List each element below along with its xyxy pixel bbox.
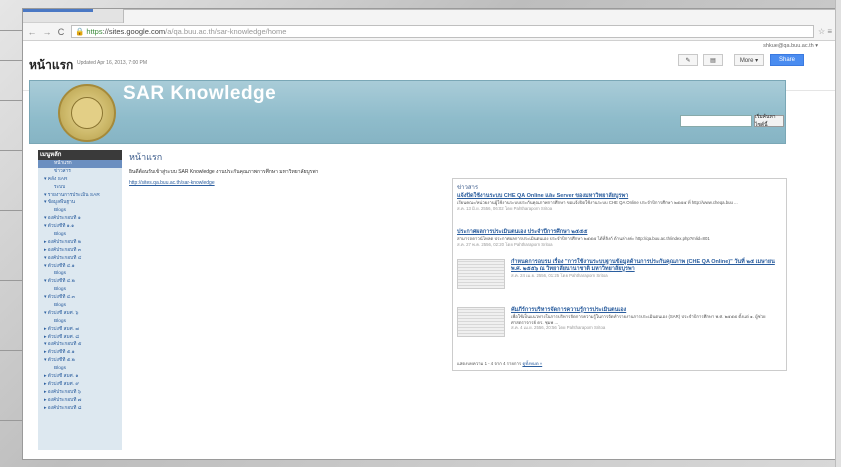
sidebar-item[interactable]: ▾ ตัวบ่งชี้ที่ ๔.๑ bbox=[38, 263, 122, 271]
share-label: Share bbox=[778, 57, 795, 63]
share-button[interactable]: Share bbox=[770, 54, 804, 66]
site-search-button[interactable]: เริ่มค้นหาไซต์นี้ bbox=[754, 114, 784, 128]
page-updated: Updated Apr 16, 2013, 7:00 PM bbox=[77, 60, 148, 66]
sidebar-item[interactable]: ▾ องค์ประกอบที่ ๔ bbox=[38, 255, 122, 263]
new-page-button[interactable]: ▤ bbox=[703, 54, 723, 66]
welcome-text: ยินดีต้อนรับเข้าสู่ระบบ SAR Knowledge งา… bbox=[129, 169, 319, 175]
browser-tab[interactable] bbox=[123, 9, 836, 23]
sidebar-item[interactable]: Blogs bbox=[38, 286, 122, 294]
news-title[interactable]: คัมภีร์การบริหารจัดการความรู้การประเมินต… bbox=[511, 307, 783, 314]
sidebar-item[interactable]: Blogs bbox=[38, 270, 122, 278]
url-scheme: https bbox=[86, 27, 103, 36]
news-thumbnail[interactable] bbox=[457, 307, 505, 337]
news-item: ประกาศผลการประเมินตนเอง ประจำปีการศึกษา … bbox=[457, 229, 783, 247]
sidebar-item[interactable]: Blogs bbox=[38, 302, 122, 310]
user-account[interactable]: shkue@qa.buu.ac.th ▾ bbox=[763, 43, 818, 49]
news-meta: ส.ค. 4 เม.ย. 2556, 20:56 โดย Pahtharapor… bbox=[511, 325, 606, 330]
forward-icon[interactable]: → bbox=[41, 27, 53, 37]
divider bbox=[0, 210, 22, 211]
new-page-icon: ▤ bbox=[710, 57, 716, 64]
reload-icon[interactable]: C bbox=[55, 27, 67, 37]
university-seal-logo bbox=[58, 84, 116, 142]
news-item: คัมภีร์การบริหารจัดการความรู้การประเมินต… bbox=[457, 307, 783, 337]
sidebar-item[interactable]: ▾ ข้อมูลพื้นฐาน bbox=[38, 199, 122, 207]
sidebar-item[interactable]: ▾ ตัวบ่งชี้ที่ ๑.๑ bbox=[38, 223, 122, 231]
back-icon[interactable]: ← bbox=[26, 27, 38, 37]
sidebar-item[interactable]: ▾ ตัวบ่งชี้ สมศ. ๖ bbox=[38, 310, 122, 318]
sidebar-heading: เมนูหลัก bbox=[38, 150, 122, 160]
site-search-input[interactable] bbox=[680, 115, 752, 127]
sidebar-item[interactable]: ข่าวสาร bbox=[38, 168, 122, 176]
sidebar-item[interactable]: ▸ องค์ประกอบที่ ๓ bbox=[38, 247, 122, 255]
window-edge bbox=[835, 0, 841, 467]
sidebar-item[interactable]: ▾ ตัวบ่งชี้ที่ ๔.๓ bbox=[38, 294, 122, 302]
sidebar-items: หน้าแรก ข่าวสาร ▾ คลัง SAR ระบบ ▾ รายงานการป… bbox=[38, 160, 122, 413]
sidebar-item[interactable]: ▸ ตัวบ่งชี้ สมศ. ๑ bbox=[38, 373, 122, 381]
main-content: หน้าแรก ยินดีต้อนรับเข้าสู่ระบบ SAR Know… bbox=[129, 150, 318, 186]
sidebar-item[interactable]: ▸ องค์ประกอบที่ ๒ bbox=[38, 239, 122, 247]
divider bbox=[0, 420, 22, 421]
sidebar-item[interactable]: ▾ ตัวบ่งชี้ที่ ๔.๒ bbox=[38, 278, 122, 286]
news-item: กำหนดการอบรม เรื่อง "การใช้งานระบบฐานข้อ… bbox=[457, 259, 783, 289]
more-button[interactable]: More ▾ bbox=[734, 54, 764, 66]
site-name[interactable]: SAR Knowledge bbox=[123, 83, 276, 105]
loading-bar bbox=[23, 9, 93, 12]
news-title[interactable]: กำหนดการอบรม เรื่อง "การใช้งานระบบฐานข้อ… bbox=[511, 259, 783, 273]
edit-page-button[interactable]: ✎ bbox=[678, 54, 698, 66]
sidebar-item[interactable]: หน้าแรก bbox=[38, 160, 122, 168]
divider bbox=[0, 60, 22, 61]
news-item: แจ้งปิดใช้งานระบบ CHE QA Online และ Serv… bbox=[457, 193, 783, 211]
sidebar-item[interactable]: ▸ องค์ประกอบที่ ๗ bbox=[38, 397, 122, 405]
divider bbox=[0, 30, 22, 31]
sidebar-item[interactable]: Blogs bbox=[38, 207, 122, 215]
news-count: แสดงบทความ 1 - 4 จาก 4 รายการ bbox=[457, 361, 522, 366]
sidebar-item[interactable]: Blogs bbox=[38, 365, 122, 373]
news-gadget: ข่าวสาร แจ้งปิดใช้งานระบบ CHE QA Online … bbox=[452, 178, 787, 371]
news-meta: ส.ค. 24 เม.ย. 2556, 01:25 โดย Pahtharapo… bbox=[511, 273, 608, 278]
sidebar-item[interactable]: ▸ องค์ประกอบที่ ๘ bbox=[38, 405, 122, 413]
sidebar-item[interactable]: ▸ ตัวบ่งชี้ สมศ. ๗ bbox=[38, 326, 122, 334]
sidebar-item[interactable]: ▾ องค์ประกอบที่ ๑ bbox=[38, 215, 122, 223]
content-title: หน้าแรก bbox=[129, 152, 163, 162]
news-title[interactable]: ประกาศผลการประเมินตนเอง ประจำปีการศึกษา … bbox=[457, 229, 783, 236]
seal-emblem bbox=[71, 97, 103, 129]
sidebar-navigation: เมนูหลัก หน้าแรก ข่าวสาร ▾ คลัง SAR ระบบ ▾ ร… bbox=[38, 150, 122, 450]
divider bbox=[0, 100, 22, 101]
site-link[interactable]: http://sites.qa.buu.ac.th/sar-knowledge bbox=[129, 180, 215, 186]
address-input[interactable]: 🔒 https ://sites.google.com /a/qa.buu.ac… bbox=[71, 25, 814, 38]
news-meta: ส.ค. 27 พ.ค. 2556, 02:20 โดย Pahtharapor… bbox=[457, 241, 553, 247]
sidebar-item[interactable]: ▾ องค์ประกอบที่ ๕ bbox=[38, 341, 122, 349]
divider bbox=[0, 280, 22, 281]
sidebar-item[interactable]: ▸ องค์ประกอบที่ ๖ bbox=[38, 389, 122, 397]
site-banner: SAR Knowledge เริ่มค้นหาไซต์นี้ bbox=[29, 80, 786, 144]
sidebar-item[interactable]: ▾ คลัง SAR bbox=[38, 176, 122, 184]
news-thumbnail[interactable] bbox=[457, 259, 505, 289]
sidebar-item[interactable]: Blogs bbox=[38, 231, 122, 239]
pencil-icon: ✎ bbox=[685, 57, 691, 64]
news-meta: ส.ค. 13 มิ.ย. 2556, 06:02 โดย Pahtharapo… bbox=[457, 205, 553, 211]
lock-icon: 🔒 bbox=[75, 27, 85, 36]
url-bar: ← → C 🔒 https ://sites.google.com /a/qa.… bbox=[23, 23, 836, 41]
sidebar-item[interactable]: ระบบ bbox=[38, 184, 122, 192]
sidebar-item[interactable]: ▾ ตัวบ่งชี้ที่ ๕.๒ bbox=[38, 357, 122, 365]
divider bbox=[0, 150, 22, 151]
star-menu-icon[interactable]: ☆ ≡ bbox=[818, 27, 832, 36]
divider bbox=[0, 350, 22, 351]
page-title: หน้าแรก bbox=[29, 58, 74, 72]
tab-strip bbox=[23, 9, 836, 23]
news-body: เรียนคณะ/หน่วยงานผู้ใช้งานระบบประกันคุณภ… bbox=[457, 200, 738, 205]
news-title[interactable]: แจ้งปิดใช้งานระบบ CHE QA Online และ Serv… bbox=[457, 193, 783, 200]
sidebar-item[interactable]: ▸ ตัวบ่งชี้ สมศ. ๙ bbox=[38, 381, 122, 389]
news-body: เพื่อใช้เป็นแนวทางในการบริหารจัดการความร… bbox=[511, 314, 766, 325]
url-host: ://sites.google.com bbox=[102, 27, 166, 36]
sidebar-item[interactable]: ▾ รายงานการประเมิน SAR bbox=[38, 192, 122, 200]
sidebar-item[interactable]: ▸ ตัวบ่งชี้ สมศ. ๘ bbox=[38, 334, 122, 342]
url-path: /a/qa.buu.ac.th/sar-knowledge/home bbox=[165, 27, 287, 36]
sidebar-item[interactable]: Blogs bbox=[38, 318, 122, 326]
news-footer: แสดงบทความ 1 - 4 จาก 4 รายการ ดูทั้งหมด … bbox=[457, 360, 542, 367]
view-all-link[interactable]: ดูทั้งหมด » bbox=[522, 361, 542, 366]
sidebar-item[interactable]: ▸ ตัวบ่งชี้ที่ ๕.๑ bbox=[38, 349, 122, 357]
